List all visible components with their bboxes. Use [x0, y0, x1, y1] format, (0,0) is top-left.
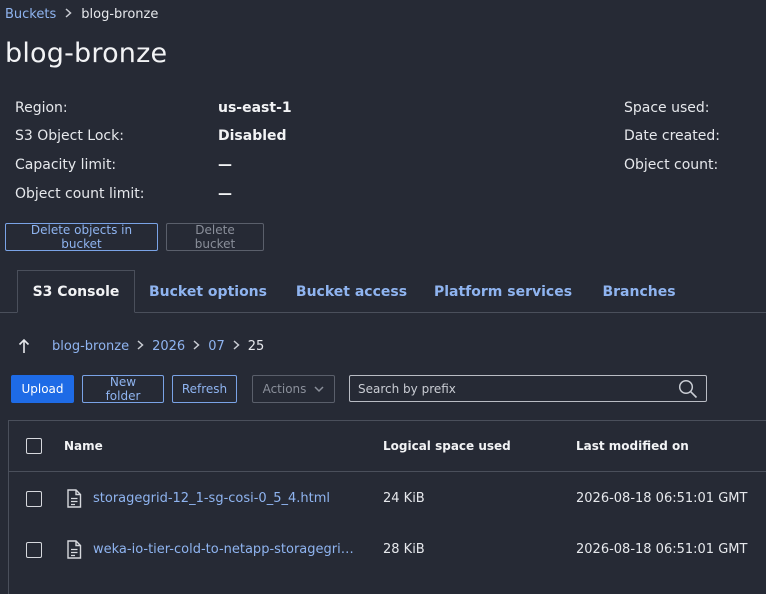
folder-path: blog-bronze 2026 07 25	[18, 336, 264, 356]
path-segment-month[interactable]: 07	[208, 339, 225, 354]
column-header-name[interactable]: Name	[64, 439, 103, 453]
column-header-last-modified[interactable]: Last modified on	[576, 439, 689, 453]
chevron-down-icon	[314, 385, 324, 393]
refresh-button[interactable]: Refresh	[172, 375, 237, 403]
table-header-divider	[8, 471, 766, 472]
tab-bucket-access[interactable]: Bucket access	[294, 270, 409, 313]
document-icon	[66, 489, 82, 512]
capacity-limit-value: —	[218, 157, 232, 173]
upload-button[interactable]: Upload	[11, 375, 74, 403]
actions-dropdown[interactable]: Actions	[252, 375, 335, 403]
capacity-limit-label: Capacity limit:	[15, 157, 117, 173]
column-header-logical-space[interactable]: Logical space used	[383, 439, 511, 453]
page-title: blog-bronze	[5, 38, 168, 69]
region-value: us-east-1	[218, 100, 292, 116]
object-count-label: Object count:	[624, 157, 719, 173]
search-icon[interactable]	[678, 379, 698, 399]
row-checkbox[interactable]	[26, 491, 42, 507]
path-segment-bucket[interactable]: blog-bronze	[52, 339, 129, 354]
object-lock-value: Disabled	[218, 128, 287, 144]
object-name-link[interactable]: storagegrid-12_1-sg-cosi-0_5_4.html	[93, 491, 330, 506]
new-folder-button[interactable]: New folder	[82, 375, 164, 403]
delete-bucket-button[interactable]: Delete bucket	[166, 223, 264, 251]
region-label: Region:	[15, 100, 68, 116]
row-checkbox[interactable]	[26, 542, 42, 558]
breadcrumb: Buckets blog-bronze	[5, 5, 158, 23]
tab-s3-console[interactable]: S3 Console	[17, 270, 135, 313]
object-count-limit-label: Object count limit:	[15, 186, 145, 202]
chevron-right-icon	[65, 7, 72, 21]
space-used-label: Space used:	[624, 100, 710, 116]
breadcrumb-current: blog-bronze	[81, 6, 159, 22]
tab-platform-services[interactable]: Platform services	[433, 270, 573, 313]
actions-label: Actions	[262, 382, 307, 396]
tab-bucket-options[interactable]: Bucket options	[146, 270, 270, 313]
object-name-link[interactable]: weka-io-tier-cold-to-netapp-storagegri…	[93, 542, 354, 557]
date-created-label: Date created:	[624, 128, 720, 144]
object-size: 24 KiB	[383, 491, 425, 506]
chevron-right-icon	[193, 339, 200, 353]
object-lock-label: S3 Object Lock:	[15, 128, 124, 144]
document-icon	[66, 540, 82, 563]
arrow-up-icon[interactable]	[18, 338, 30, 354]
select-all-checkbox[interactable]	[26, 438, 42, 454]
chevron-right-icon	[137, 339, 144, 353]
breadcrumb-buckets-link[interactable]: Buckets	[5, 7, 56, 22]
object-size: 28 KiB	[383, 542, 425, 557]
search-input[interactable]	[358, 381, 678, 396]
chevron-right-icon	[233, 339, 240, 353]
tab-branches[interactable]: Branches	[597, 270, 681, 313]
path-segment-year[interactable]: 2026	[152, 339, 185, 354]
delete-objects-button[interactable]: Delete objects in bucket	[5, 223, 158, 251]
search-box	[349, 375, 707, 402]
path-current: 25	[247, 338, 265, 354]
object-modified: 2026-08-18 06:51:01 GMT	[576, 542, 748, 557]
object-modified: 2026-08-18 06:51:01 GMT	[576, 491, 748, 506]
object-count-limit-value: —	[218, 186, 232, 202]
